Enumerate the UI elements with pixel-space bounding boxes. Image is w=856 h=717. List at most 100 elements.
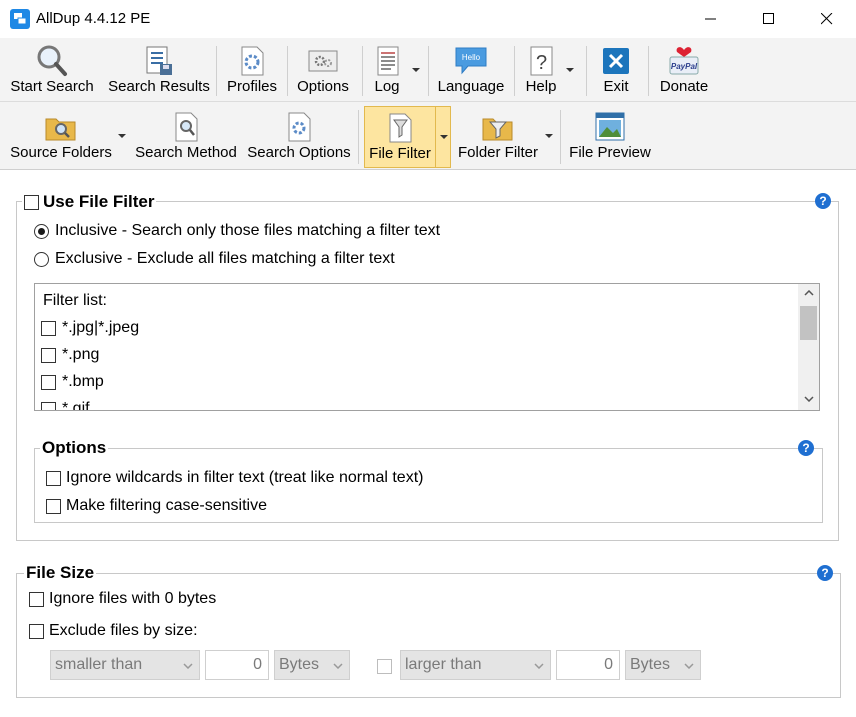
case-sensitive-checkbox[interactable] <box>46 498 61 514</box>
tab-search-method[interactable]: Search Method <box>134 110 238 161</box>
svg-text:PayPal: PayPal <box>671 62 698 71</box>
filter-list-header: Filter list: <box>43 292 107 309</box>
toolbar-separator <box>648 46 649 96</box>
max-comparator-value: larger than <box>405 656 482 673</box>
toolbar-separator <box>514 46 515 96</box>
help-button[interactable]: ? Help <box>518 44 564 95</box>
log-button[interactable]: Log <box>366 44 408 95</box>
file-filter-dropdown-arrow[interactable] <box>440 135 448 139</box>
scrollbar-thumb[interactable] <box>800 306 817 340</box>
source-folders-dropdown-arrow[interactable] <box>118 134 126 138</box>
question-icon: ? <box>530 46 553 76</box>
tab-folder-filter[interactable]: Folder Filter <box>454 110 542 161</box>
section-toolbar: Source Folders Search Method Search Opti… <box>0 102 856 170</box>
search-options-label: Search Options <box>247 144 351 161</box>
log-dropdown-arrow[interactable] <box>412 68 420 72</box>
max-comparator-select[interactable]: larger than <box>400 650 551 680</box>
min-unit-value: Bytes <box>279 656 320 673</box>
file-filter-label: File Filter <box>369 145 431 162</box>
scroll-up-icon[interactable] <box>804 290 814 296</box>
ignore-zero-row[interactable]: Ignore files with 0 bytes <box>29 590 216 608</box>
min-unit-select[interactable]: Bytes <box>274 650 350 680</box>
help-icon[interactable]: ? <box>815 193 831 209</box>
toolbar-separator <box>287 46 288 96</box>
options-title: Options <box>40 438 109 458</box>
max-size-input[interactable]: 0 <box>556 650 620 680</box>
inclusive-radio[interactable] <box>34 223 49 239</box>
tab-file-filter[interactable]: File Filter <box>364 106 451 168</box>
ignore-zero-label: Ignore files with 0 bytes <box>49 590 217 607</box>
file-filter-content: File Filter <box>365 111 435 162</box>
min-comparator-select[interactable]: smaller than <box>50 650 200 680</box>
help-dropdown-arrow[interactable] <box>566 68 574 72</box>
ignore-zero-checkbox[interactable] <box>29 591 44 607</box>
ignore-wildcards-checkbox[interactable] <box>46 470 61 486</box>
minimize-button[interactable] <box>682 0 740 38</box>
max-unit-select[interactable]: Bytes <box>625 650 701 680</box>
scroll-down-icon[interactable] <box>804 396 814 402</box>
exclude-by-size-label: Exclude files by size: <box>49 622 198 639</box>
search-results-button[interactable]: Search Results <box>108 44 210 95</box>
use-file-filter-checkbox[interactable] <box>24 194 39 210</box>
preview-window-icon <box>595 112 625 141</box>
folder-magnifier-icon <box>45 118 76 141</box>
max-size-checkbox[interactable] <box>377 659 392 674</box>
donate-button[interactable]: PayPal Donate <box>656 44 712 95</box>
help-icon[interactable]: ? <box>798 440 814 456</box>
help-icon[interactable]: ? <box>817 565 833 581</box>
filter-folder-icon <box>482 118 513 141</box>
filter-list[interactable]: Filter list: *.jpg|*.jpeg *.png *.bmp *.… <box>34 283 820 411</box>
inclusive-label: Inclusive - Search only those files matc… <box>55 222 441 239</box>
max-unit-value: Bytes <box>630 656 671 673</box>
filter-checkbox[interactable] <box>41 374 56 390</box>
filter-text: *.png <box>62 346 100 363</box>
min-comparator-value: smaller than <box>55 656 143 673</box>
folder-filter-dropdown-arrow[interactable] <box>545 134 553 138</box>
page-magnifier-icon <box>175 112 198 142</box>
file-size-title: File Size <box>24 563 97 583</box>
filter-text: *.jpg|*.jpeg <box>62 319 140 336</box>
exclusive-radio[interactable] <box>34 251 49 267</box>
exclude-by-size-row[interactable]: Exclude files by size: <box>29 622 198 640</box>
use-file-filter-legend: Use File Filter <box>22 190 157 214</box>
min-size-input[interactable]: 0 <box>205 650 269 680</box>
min-size-value: 0 <box>253 656 262 673</box>
list-item[interactable]: *.gif <box>41 400 90 411</box>
list-item[interactable]: *.jpg|*.jpeg <box>41 319 139 337</box>
exclusive-radio-row[interactable]: Exclusive - Exclude all files matching a… <box>34 250 395 268</box>
chevron-down-icon <box>534 663 544 669</box>
filter-checkbox[interactable] <box>41 320 56 336</box>
ignore-wildcards-row[interactable]: Ignore wildcards in filter text (treat l… <box>46 469 423 487</box>
language-button[interactable]: Hello Language <box>434 44 508 95</box>
svg-text:Hello: Hello <box>462 53 481 62</box>
case-sensitive-row[interactable]: Make filtering case-sensitive <box>46 497 267 515</box>
language-label: Language <box>437 78 505 95</box>
options-label: Options <box>297 78 349 95</box>
vertical-scrollbar[interactable] <box>798 284 819 410</box>
filter-text: *.gif <box>62 400 90 411</box>
profiles-button[interactable]: Profiles <box>222 44 282 95</box>
close-button[interactable] <box>798 0 856 38</box>
chevron-down-icon <box>183 663 193 669</box>
inclusive-radio-row[interactable]: Inclusive - Search only those files matc… <box>34 222 440 240</box>
exit-label: Exit <box>603 78 629 95</box>
start-search-button[interactable]: Start Search <box>8 44 96 95</box>
exit-button[interactable]: Exit <box>594 44 638 95</box>
list-item[interactable]: *.bmp <box>41 373 104 391</box>
results-list-icon <box>146 46 172 75</box>
tab-search-options[interactable]: Search Options <box>246 110 352 161</box>
exclude-by-size-checkbox[interactable] <box>29 623 44 639</box>
filter-checkbox[interactable] <box>41 347 56 363</box>
toolbar-separator <box>560 110 561 164</box>
page-gear-icon <box>288 112 311 142</box>
maximize-button[interactable] <box>740 0 798 38</box>
folder-filter-label: Folder Filter <box>457 144 539 161</box>
filter-checkbox[interactable] <box>41 401 56 410</box>
filter-page-icon <box>389 113 412 143</box>
tab-file-preview[interactable]: File Preview <box>568 110 652 161</box>
list-item[interactable]: *.png <box>41 346 99 364</box>
toolbar-separator <box>586 46 587 96</box>
options-button[interactable]: Options <box>292 44 354 95</box>
tab-source-folders[interactable]: Source Folders <box>8 110 114 161</box>
split-divider <box>435 107 436 167</box>
